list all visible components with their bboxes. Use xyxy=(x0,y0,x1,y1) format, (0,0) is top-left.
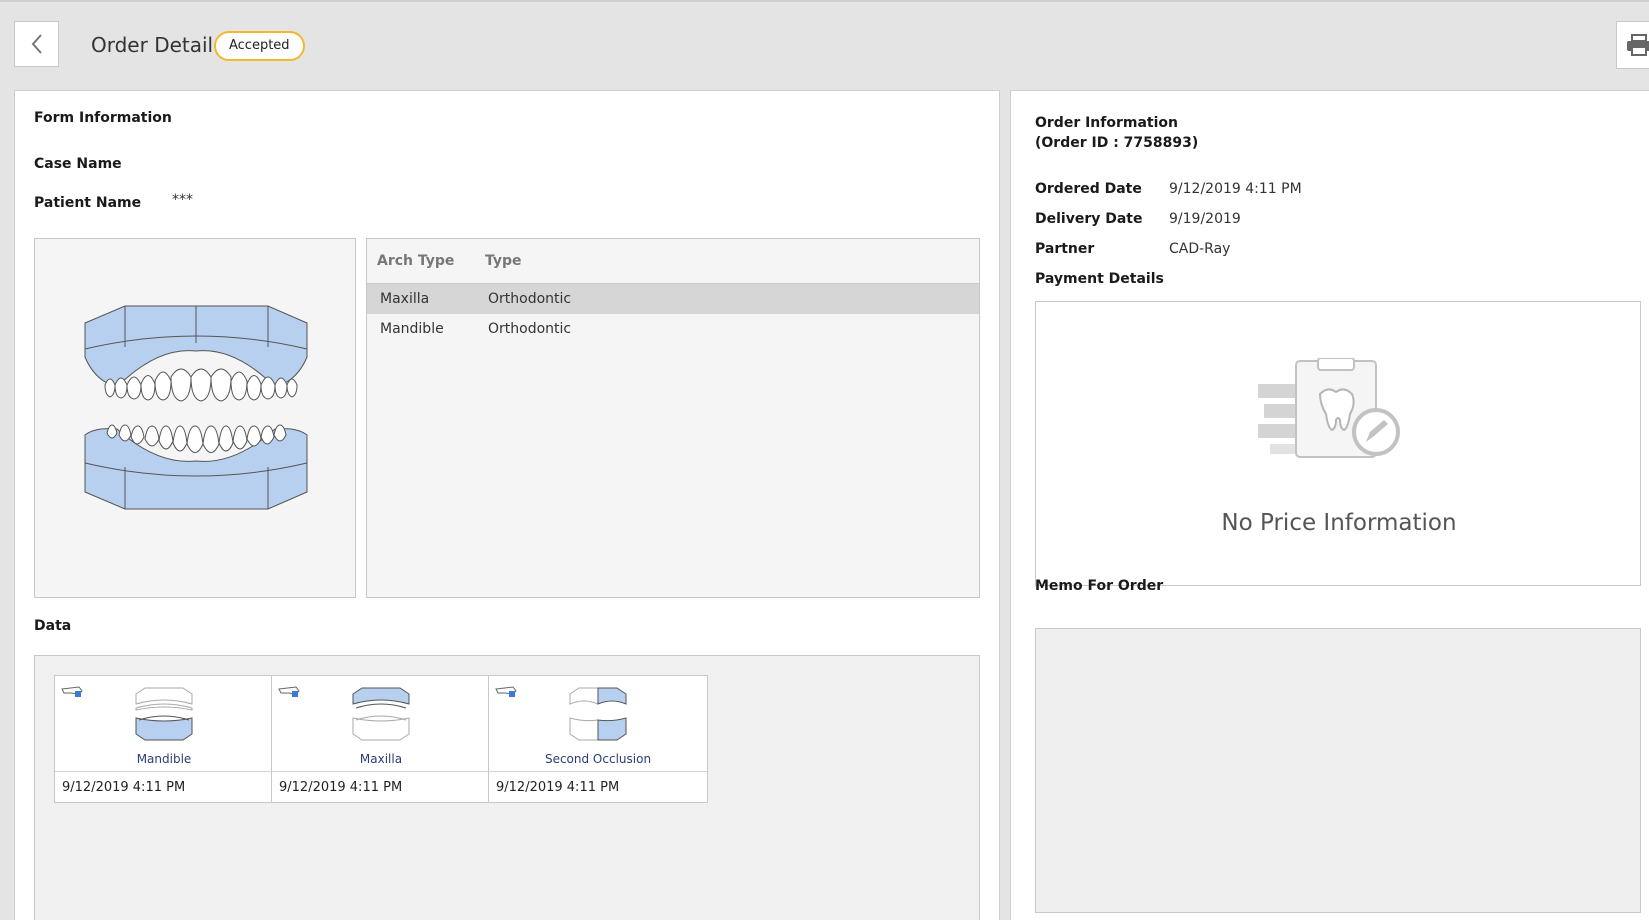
mandible-scan-icon xyxy=(135,687,193,741)
data-card-label: Maxilla xyxy=(359,752,403,766)
patient-name-value: *** xyxy=(172,192,193,208)
partner-label: Partner xyxy=(1035,241,1095,257)
data-card-label: Second Occlusion xyxy=(544,752,652,766)
page-title: Order Detail xyxy=(91,33,214,57)
partner-value: CAD-Ray xyxy=(1169,241,1231,257)
case-name-label: Case Name xyxy=(34,156,122,172)
scanner-icon xyxy=(61,686,83,697)
data-card-maxilla[interactable]: Maxilla 9/12/2019 4:11 PM xyxy=(271,675,491,803)
data-card-date: 9/12/2019 4:11 PM xyxy=(496,780,620,795)
type-cell: Orthodontic xyxy=(488,321,572,337)
column-header-type: Type xyxy=(485,253,522,269)
patient-name-label: Patient Name xyxy=(34,195,142,211)
data-thumbnail: Mandible xyxy=(55,676,273,772)
data-thumbnail: Maxilla xyxy=(272,676,490,772)
type-cell: Orthodontic xyxy=(488,291,572,307)
tooth-chart[interactable] xyxy=(34,238,356,598)
ordered-date-value: 9/12/2019 4:11 PM xyxy=(1169,181,1302,197)
dental-arch-diagram xyxy=(84,305,308,510)
back-button[interactable] xyxy=(14,21,59,67)
data-card-label: Mandible xyxy=(136,752,192,766)
no-price-information-text: No Price Information xyxy=(1221,510,1457,536)
form-information-title: Form Information xyxy=(34,110,172,126)
delivery-date-value: 9/19/2019 xyxy=(1169,211,1241,227)
payment-details-title: Payment Details xyxy=(1035,271,1164,287)
no-price-illustration-icon xyxy=(1258,358,1400,458)
data-file-list: Mandible 9/12/2019 4:11 PM Maxilla 9/12/… xyxy=(34,655,980,920)
data-card-mandible[interactable]: Mandible 9/12/2019 4:11 PM xyxy=(54,675,274,803)
data-card-date: 9/12/2019 4:11 PM xyxy=(62,780,186,795)
data-card-date: 9/12/2019 4:11 PM xyxy=(279,780,403,795)
arch-type-table: Arch Type Type Maxilla Orthodontic Mandi… xyxy=(366,238,980,598)
scanner-icon xyxy=(495,686,517,697)
occlusion-scan-icon xyxy=(569,687,627,741)
data-section-title: Data xyxy=(34,618,72,634)
data-thumbnail: Second Occlusion xyxy=(489,676,707,772)
delivery-date-label: Delivery Date xyxy=(1035,211,1143,227)
chevron-left-icon xyxy=(31,34,42,54)
print-button[interactable] xyxy=(1616,21,1649,69)
memo-field[interactable] xyxy=(1035,628,1641,913)
arch-type-cell: Mandible xyxy=(380,321,444,337)
scanner-icon xyxy=(278,686,300,697)
payment-details-box: No Price Information xyxy=(1035,301,1641,586)
data-card-second-occlusion[interactable]: Second Occlusion 9/12/2019 4:11 PM xyxy=(488,675,708,803)
arch-type-cell: Maxilla xyxy=(380,291,430,307)
table-row-mandible[interactable]: Mandible Orthodontic xyxy=(367,314,979,344)
status-badge: Accepted xyxy=(214,31,305,61)
window-top-strip xyxy=(0,0,1649,2)
order-id: (Order ID : 7758893) xyxy=(1035,135,1199,151)
column-header-arch-type: Arch Type xyxy=(377,253,455,269)
arch-table-header: Arch Type Type xyxy=(367,239,979,284)
order-information-title: Order Information xyxy=(1035,115,1179,131)
order-information-panel: Order Information (Order ID : 7758893) O… xyxy=(1010,90,1649,920)
printer-icon xyxy=(1627,34,1649,56)
memo-for-order-title: Memo For Order xyxy=(1035,578,1164,594)
maxilla-scan-icon xyxy=(352,687,410,741)
table-row-maxilla[interactable]: Maxilla Orthodontic xyxy=(367,284,979,314)
ordered-date-label: Ordered Date xyxy=(1035,181,1142,197)
